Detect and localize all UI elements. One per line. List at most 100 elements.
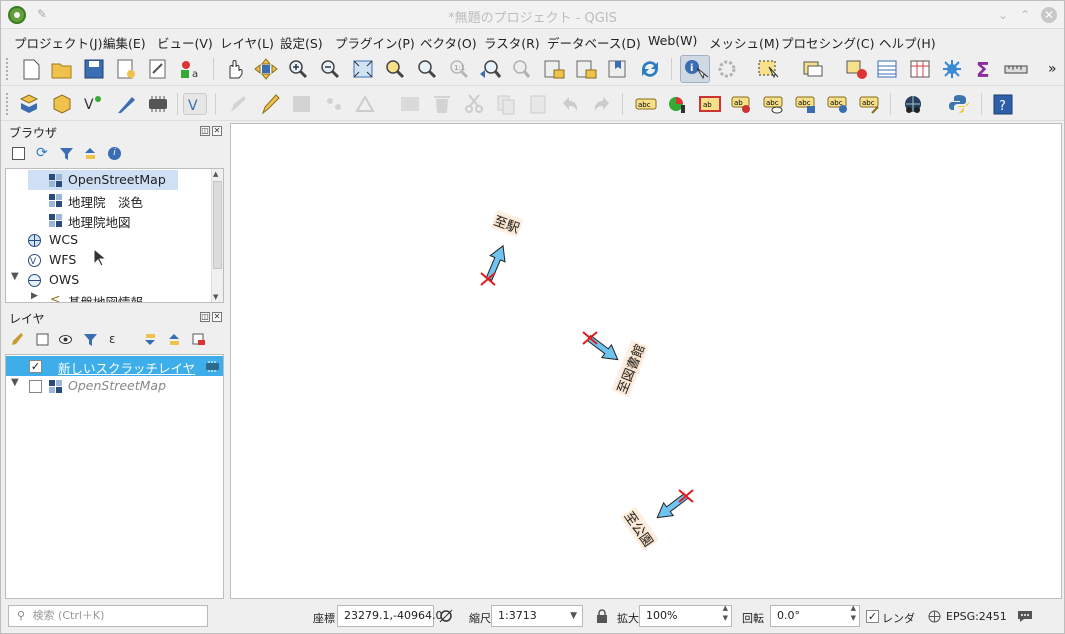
close-icon[interactable]: ✕ [1041,7,1057,23]
deselect-features-icon[interactable] [844,58,868,80]
expand-all-icon[interactable] [144,333,157,346]
pan-to-selection-icon[interactable] [254,58,278,80]
collapse-arrow-icon[interactable]: ▶ [31,291,38,301]
menu-project[interactable]: プロジェクト(J) [14,33,102,52]
menu-settings[interactable]: 設定(S) [280,33,323,52]
filter-icon[interactable] [60,147,73,160]
vertex-tool-icon[interactable] [354,93,378,115]
new-spatialite-layer-icon[interactable] [114,93,138,115]
browser-item-openstreetmap[interactable]: OpenStreetMap [28,170,178,190]
collapse-all-icon[interactable] [84,147,97,160]
toggle-extents-icon[interactable] [438,608,454,624]
new-map-view-icon[interactable] [542,58,566,80]
browser-item-gsi-map[interactable]: 地理院地図 [6,210,223,230]
add-layer-icon[interactable] [12,147,25,160]
browser-item-wfs[interactable]: V WFS [6,250,223,270]
change-label-properties-icon[interactable]: abc [858,93,882,115]
layer-diagram-options-icon[interactable] [666,93,690,115]
select-by-value-icon[interactable] [801,58,825,80]
maximize-icon[interactable]: ⌃ [1017,7,1033,23]
menu-layer[interactable]: レイヤ(L) [220,33,274,52]
attribute-table-icon[interactable] [875,58,899,80]
new-shapefile-layer-icon[interactable]: V [82,93,106,115]
field-calculator-icon[interactable] [908,58,932,80]
actions-icon[interactable] [716,58,740,80]
manage-visibility-icon[interactable] [59,333,72,346]
layer-item-openstreetmap[interactable]: ▼ OpenStreetMap [6,376,223,396]
rotate-label-icon[interactable]: abc [826,93,850,115]
browser-item-kiban[interactable]: ▶ < 基盤地図情報 [6,290,223,302]
toggle-editing-icon[interactable] [258,93,282,115]
collapse-all-icon[interactable] [168,333,181,346]
open-project-icon[interactable] [50,58,74,80]
quickmapservices-icon[interactable] [901,93,925,115]
browser-scrollbar[interactable]: ▲ ▼ [211,169,223,302]
pan-map-icon[interactable] [222,58,246,80]
open-data-source-manager-icon[interactable] [18,93,42,115]
layer-labeling-options-icon[interactable]: abc [634,93,658,115]
help-contents-icon[interactable]: ? [991,93,1015,115]
coordinate-field[interactable]: 23279.1,-40964.0 [337,605,442,627]
menu-plugins[interactable]: プラグイン(P) [335,33,415,52]
rotation-spinbox[interactable]: 0.0° ▲ ▼ [770,604,860,627]
python-console-icon[interactable] [947,93,971,115]
cut-features-icon[interactable] [462,93,486,115]
pin-unpin-labels-icon[interactable]: ab [730,93,754,115]
zoom-out-icon[interactable] [318,58,342,80]
zoom-full-icon[interactable] [351,58,375,80]
menu-web[interactable]: Web(W) [648,33,697,48]
add-feature-icon[interactable] [322,93,346,115]
magnifier-spinbox[interactable]: 100% ▲ ▼ [639,604,732,627]
zoom-next-icon[interactable] [510,58,534,80]
scale-combo[interactable]: 1:3713 ▼ [491,605,583,627]
paste-features-icon[interactable] [526,93,550,115]
zoom-native-resolution-icon[interactable]: 1:1 [446,58,470,80]
layer-visibility-checkbox[interactable]: ✓ [29,360,42,373]
modify-attributes-icon[interactable] [398,93,422,115]
browser-item-gsi-pale[interactable]: 地理院 淡色 [6,190,223,210]
highlight-pinned-labels-icon[interactable]: ab [698,93,722,115]
info-icon[interactable]: i [108,147,121,160]
measure-line-icon[interactable] [1004,58,1028,80]
processing-toolbox-icon[interactable] [940,58,964,80]
identify-features-icon[interactable]: i [680,55,710,83]
menu-mesh[interactable]: メッシュ(M) [709,33,780,52]
menu-edit[interactable]: 編集(E) [103,33,146,52]
copy-features-icon[interactable] [494,93,518,115]
layers-close-button[interactable]: ✕ [212,312,222,322]
crs-button[interactable]: EPSG:2451 [946,610,1007,623]
new-3d-map-view-icon[interactable] [574,58,598,80]
new-virtual-layer-icon[interactable]: V [183,93,207,115]
menu-processing[interactable]: プロセシング(C) [781,33,874,52]
zoom-last-icon[interactable] [478,58,502,80]
move-label-icon[interactable]: abc [794,93,818,115]
undo-icon[interactable] [558,93,582,115]
zoom-in-icon[interactable] [286,58,310,80]
menu-view[interactable]: ビュー(V) [157,33,213,52]
show-hide-labels-icon[interactable]: abc [762,93,786,115]
zoom-to-selection-icon[interactable] [382,58,406,80]
redo-icon[interactable] [590,93,614,115]
delete-selected-icon[interactable] [430,93,454,115]
menu-raster[interactable]: ラスタ(R) [484,33,540,52]
spatial-bookmark-icon[interactable] [606,58,630,80]
menu-help[interactable]: ヘルプ(H) [879,33,936,52]
save-project-icon[interactable] [82,58,106,80]
toolbar-overflow-button[interactable]: » [1048,61,1057,77]
menu-vector[interactable]: ベクタ(O) [420,33,477,52]
minimize-icon[interactable]: ⌄ [995,7,1011,23]
expand-arrow-icon[interactable]: ▼ [11,271,19,282]
expand-arrow-icon[interactable]: ▼ [11,377,19,388]
remove-layer-icon[interactable] [192,333,205,346]
new-project-icon[interactable] [19,58,43,80]
layer-item-scratch[interactable]: ✓ 新しいスクラッチレイヤ [6,356,223,376]
browser-item-ows[interactable]: ▼ OWS [6,270,223,290]
add-group-icon[interactable] [36,333,49,346]
locator-search-input[interactable]: ⚲ 検索 (Ctrl＋K) [8,605,208,627]
style-manager-icon[interactable]: a [178,58,202,80]
filter-expression-icon[interactable]: ε [109,332,122,346]
browser-float-button[interactable]: ◫ [200,126,210,136]
save-layer-edits-icon[interactable] [290,93,314,115]
select-features-icon[interactable] [756,58,780,80]
messages-icon[interactable] [1017,609,1033,623]
